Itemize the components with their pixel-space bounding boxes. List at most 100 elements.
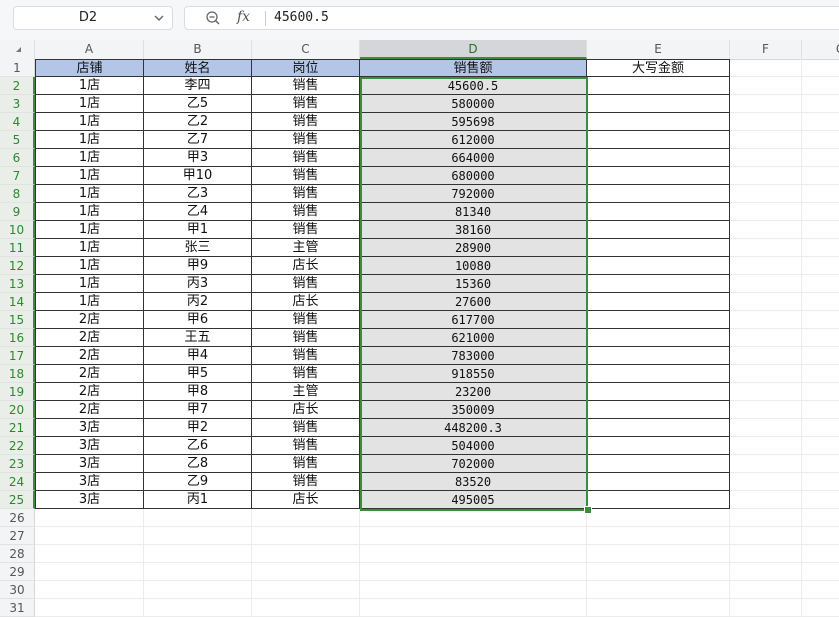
row-header[interactable]: 22	[0, 437, 35, 455]
cell-e24[interactable]	[587, 473, 730, 491]
cell-e6[interactable]	[587, 149, 730, 167]
cell-g3[interactable]	[802, 95, 839, 113]
cell-e7[interactable]	[587, 167, 730, 185]
cell-g27[interactable]	[802, 527, 839, 545]
cell-f6[interactable]	[730, 149, 802, 167]
cell-d20[interactable]: 350009	[360, 401, 587, 419]
cell-b10[interactable]: 甲1	[144, 221, 252, 239]
cell-a25[interactable]: 3店	[35, 491, 144, 509]
spreadsheet-grid[interactable]: A B C D E F G 1店铺姓名岗位销售额大写金额21店李四销售45600…	[0, 40, 839, 617]
cell-d4[interactable]: 595698	[360, 113, 587, 131]
cell-f10[interactable]	[730, 221, 802, 239]
cell-c19[interactable]: 主管	[252, 383, 360, 401]
cell-a1[interactable]: 店铺	[35, 59, 144, 77]
cell-g24[interactable]	[802, 473, 839, 491]
cell-g12[interactable]	[802, 257, 839, 275]
cell-g1[interactable]	[802, 59, 839, 77]
row-header[interactable]: 17	[0, 347, 35, 365]
cell-f28[interactable]	[730, 545, 802, 563]
cell-c9[interactable]: 销售	[252, 203, 360, 221]
cell-g14[interactable]	[802, 293, 839, 311]
cell-c20[interactable]: 店长	[252, 401, 360, 419]
cell-b27[interactable]	[144, 527, 252, 545]
cell-a24[interactable]: 3店	[35, 473, 144, 491]
cell-e31[interactable]	[587, 599, 730, 617]
row-header[interactable]: 6	[0, 149, 35, 167]
cell-g20[interactable]	[802, 401, 839, 419]
cell-g29[interactable]	[802, 563, 839, 581]
cell-a15[interactable]: 2店	[35, 311, 144, 329]
cell-a31[interactable]	[35, 599, 144, 617]
cell-a18[interactable]: 2店	[35, 365, 144, 383]
cell-c27[interactable]	[252, 527, 360, 545]
cell-g28[interactable]	[802, 545, 839, 563]
cell-e1[interactable]: 大写金额	[587, 59, 730, 77]
cell-b18[interactable]: 甲5	[144, 365, 252, 383]
row-header[interactable]: 27	[0, 527, 35, 545]
cell-g23[interactable]	[802, 455, 839, 473]
cell-b13[interactable]: 丙3	[144, 275, 252, 293]
column-header-f[interactable]: F	[730, 40, 802, 59]
column-header-a[interactable]: A	[35, 40, 144, 59]
cell-b26[interactable]	[144, 509, 252, 527]
row-header[interactable]: 20	[0, 401, 35, 419]
cell-a8[interactable]: 1店	[35, 185, 144, 203]
cell-b25[interactable]: 丙1	[144, 491, 252, 509]
cell-a4[interactable]: 1店	[35, 113, 144, 131]
column-header-d[interactable]: D	[360, 40, 587, 59]
cell-a23[interactable]: 3店	[35, 455, 144, 473]
cell-a12[interactable]: 1店	[35, 257, 144, 275]
cell-a30[interactable]	[35, 581, 144, 599]
cell-f15[interactable]	[730, 311, 802, 329]
cell-g21[interactable]	[802, 419, 839, 437]
cell-d29[interactable]	[360, 563, 587, 581]
cell-c3[interactable]: 销售	[252, 95, 360, 113]
cell-f13[interactable]	[730, 275, 802, 293]
row-header[interactable]: 1	[0, 59, 35, 77]
cell-c30[interactable]	[252, 581, 360, 599]
cell-f31[interactable]	[730, 599, 802, 617]
cell-a6[interactable]: 1店	[35, 149, 144, 167]
column-header-g[interactable]: G	[802, 40, 839, 59]
cell-e23[interactable]	[587, 455, 730, 473]
cell-a19[interactable]: 2店	[35, 383, 144, 401]
cell-d28[interactable]	[360, 545, 587, 563]
zoom-out-icon[interactable]	[205, 10, 221, 26]
cell-g26[interactable]	[802, 509, 839, 527]
cell-b14[interactable]: 丙2	[144, 293, 252, 311]
cell-f7[interactable]	[730, 167, 802, 185]
cell-b19[interactable]: 甲8	[144, 383, 252, 401]
cell-c2[interactable]: 销售	[252, 77, 360, 95]
cell-e20[interactable]	[587, 401, 730, 419]
cell-c23[interactable]: 销售	[252, 455, 360, 473]
row-header[interactable]: 16	[0, 329, 35, 347]
cell-d27[interactable]	[360, 527, 587, 545]
cell-d6[interactable]: 664000	[360, 149, 587, 167]
cell-b15[interactable]: 甲6	[144, 311, 252, 329]
cell-a22[interactable]: 3店	[35, 437, 144, 455]
row-header[interactable]: 7	[0, 167, 35, 185]
cell-d26[interactable]	[360, 509, 587, 527]
cell-d23[interactable]: 702000	[360, 455, 587, 473]
cell-d7[interactable]: 680000	[360, 167, 587, 185]
cell-c28[interactable]	[252, 545, 360, 563]
cell-c22[interactable]: 销售	[252, 437, 360, 455]
cell-b24[interactable]: 乙9	[144, 473, 252, 491]
cell-f1[interactable]	[730, 59, 802, 77]
cell-e19[interactable]	[587, 383, 730, 401]
cell-c15[interactable]: 销售	[252, 311, 360, 329]
cell-d19[interactable]: 23200	[360, 383, 587, 401]
cell-d17[interactable]: 783000	[360, 347, 587, 365]
cell-a11[interactable]: 1店	[35, 239, 144, 257]
cell-c24[interactable]: 销售	[252, 473, 360, 491]
cell-a17[interactable]: 2店	[35, 347, 144, 365]
row-header[interactable]: 30	[0, 581, 35, 599]
cell-c31[interactable]	[252, 599, 360, 617]
cell-d10[interactable]: 38160	[360, 221, 587, 239]
cell-d15[interactable]: 617700	[360, 311, 587, 329]
cell-a21[interactable]: 3店	[35, 419, 144, 437]
cell-c12[interactable]: 店长	[252, 257, 360, 275]
cell-f17[interactable]	[730, 347, 802, 365]
cell-d14[interactable]: 27600	[360, 293, 587, 311]
cell-d22[interactable]: 504000	[360, 437, 587, 455]
